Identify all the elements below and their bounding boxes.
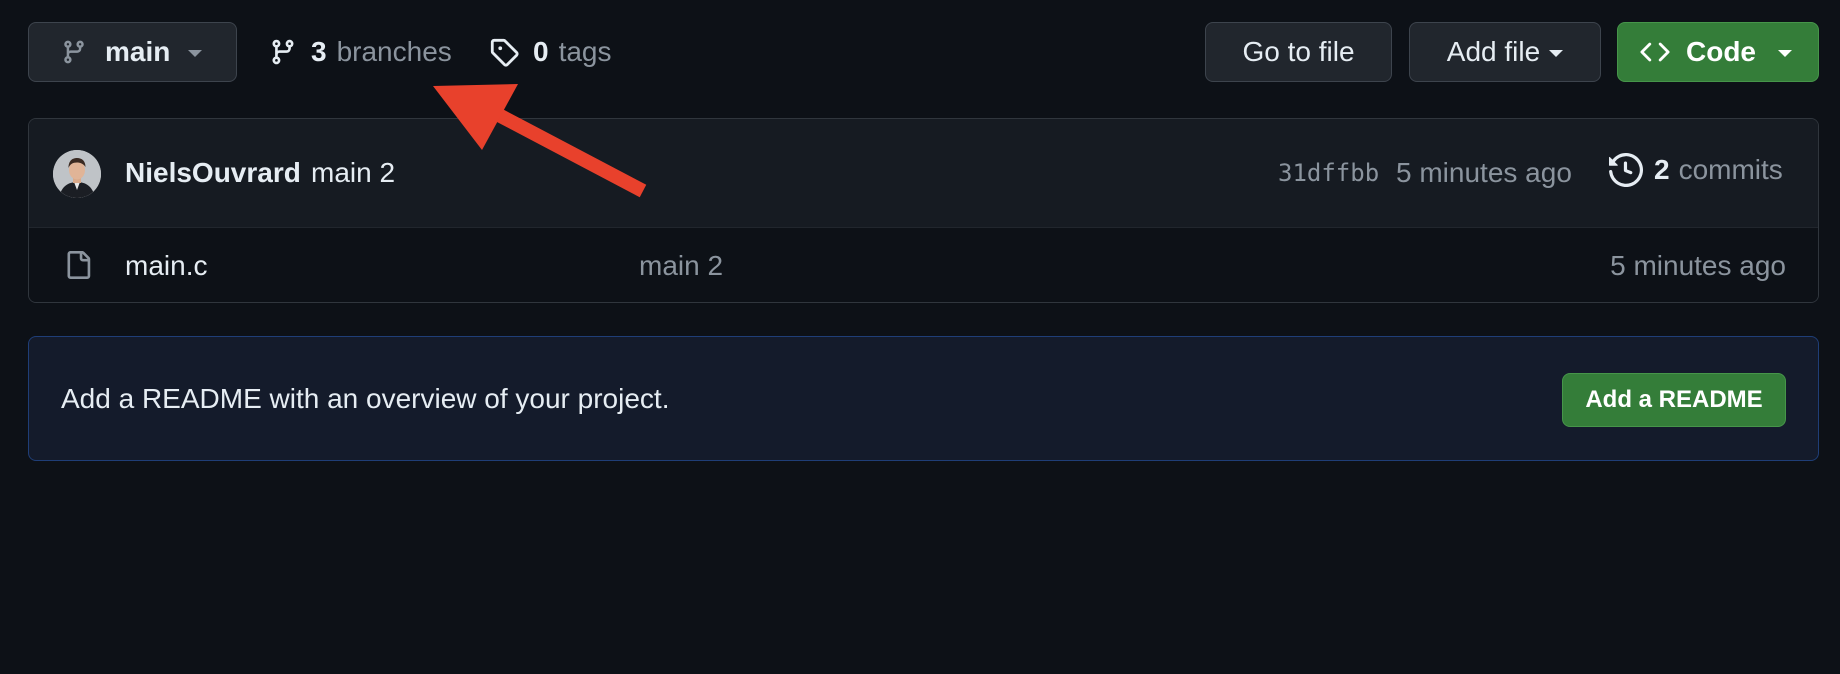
tag-icon bbox=[490, 38, 519, 67]
add-file-button[interactable]: Add file bbox=[1409, 22, 1601, 82]
readme-banner: Add a README with an overview of your pr… bbox=[28, 336, 1819, 461]
branch-selector-button[interactable]: main bbox=[28, 22, 237, 82]
go-to-file-button[interactable]: Go to file bbox=[1205, 22, 1392, 82]
repository-toolbar: main 3 branches 0 tags Go to file Add fi… bbox=[28, 22, 1819, 84]
branches-label: branches bbox=[336, 36, 452, 67]
git-branch-icon bbox=[272, 39, 294, 65]
readme-banner-text: Add a README with an overview of your pr… bbox=[61, 383, 670, 414]
history-icon bbox=[1609, 153, 1643, 187]
commit-sha[interactable]: 31dffbb bbox=[1278, 159, 1379, 187]
git-branch-icon bbox=[64, 40, 84, 64]
branches-count: 3 bbox=[311, 36, 327, 67]
file-icon bbox=[67, 251, 91, 279]
avatar[interactable] bbox=[53, 150, 101, 198]
commit-author[interactable]: NielsOuvrard bbox=[125, 157, 301, 189]
chevron-down-icon bbox=[1778, 50, 1792, 57]
add-readme-label: Add a README bbox=[1585, 386, 1763, 413]
commits-count: 2 bbox=[1654, 154, 1670, 185]
commits-label: commits bbox=[1678, 154, 1783, 185]
repository-page: main 3 branches 0 tags Go to file Add fi… bbox=[0, 0, 1840, 674]
add-file-label: Add file bbox=[1446, 36, 1541, 67]
commits-history-link[interactable]: 2 commits bbox=[1609, 153, 1783, 187]
latest-commit-row: NielsOuvrard main 2 31dffbb 5 minutes ag… bbox=[29, 119, 1818, 228]
file-name[interactable]: main.c bbox=[125, 250, 207, 282]
file-browser: NielsOuvrard main 2 31dffbb 5 minutes ag… bbox=[28, 118, 1819, 303]
tags-count: 0 bbox=[533, 36, 549, 67]
go-to-file-label: Go to file bbox=[1242, 36, 1355, 67]
code-label: Code bbox=[1686, 36, 1756, 67]
commit-message[interactable]: main 2 bbox=[311, 157, 395, 189]
chevron-down-icon bbox=[1549, 50, 1564, 57]
branch-selector-label: main bbox=[105, 36, 171, 67]
code-button[interactable]: Code bbox=[1617, 22, 1819, 82]
commit-time: 5 minutes ago bbox=[1396, 157, 1572, 188]
avatar-image bbox=[53, 150, 101, 198]
file-commit-message[interactable]: main 2 bbox=[639, 250, 723, 282]
file-time: 5 minutes ago bbox=[1610, 250, 1786, 281]
file-row[interactable]: main.c main 2 5 minutes ago bbox=[29, 228, 1818, 302]
branches-link[interactable]: 3 branches bbox=[269, 22, 452, 82]
add-readme-button[interactable]: Add a README bbox=[1562, 373, 1786, 427]
chevron-down-icon bbox=[188, 50, 203, 57]
tags-label: tags bbox=[558, 36, 612, 67]
tags-link[interactable]: 0 tags bbox=[489, 22, 612, 82]
code-icon bbox=[1640, 42, 1670, 62]
